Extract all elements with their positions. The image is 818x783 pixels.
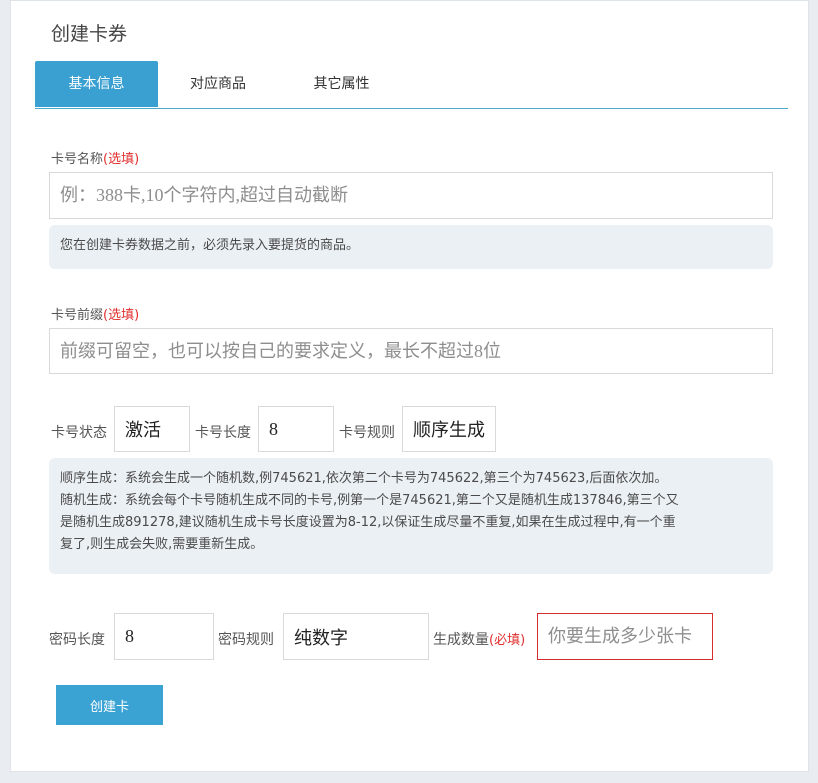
card-prefix-input[interactable]	[49, 328, 773, 374]
rules-line-sequential: 顺序生成：系统会生成一个随机数,例745621,依次第二个卡号为745622,第…	[60, 471, 668, 486]
quantity-input[interactable]	[537, 613, 713, 660]
card-name-label: 卡号名称(选填)	[51, 148, 139, 167]
quantity-label: 生成数量(必填)	[433, 629, 525, 649]
required-tag: (必填)	[489, 633, 526, 648]
rules-line-random-end: 复了,则生成会失败,需要重新生成。	[60, 537, 264, 552]
rules-line-random-cont: 是随机生成891278,建议随机生成卡号长度设置为8-12,以保证生成尽量不重复…	[60, 515, 676, 530]
page-title: 创建卡券	[51, 23, 128, 45]
card-length-field[interactable]	[258, 406, 334, 452]
password-rule-label: 密码规则	[218, 632, 274, 648]
tab-products[interactable]: 对应商品	[158, 61, 278, 107]
form-card: 创建卡券 基本信息 对应商品 其它属性 卡号名称(选填) 您在创建卡券数据之前，…	[10, 0, 809, 772]
password-length-field[interactable]	[114, 613, 214, 660]
card-name-label-text: 卡号名称	[51, 152, 104, 167]
info-notice: 您在创建卡券数据之前，必须先录入要提货的商品。	[49, 225, 773, 269]
card-prefix-label-text: 卡号前缀	[51, 308, 104, 323]
card-status-label: 卡号状态	[51, 425, 107, 441]
rules-line-random: 随机生成：系统会每个卡号随机生成不同的卡号,例第一个是745621,第二个又是随…	[60, 493, 679, 508]
card-length-label: 卡号长度	[195, 425, 251, 441]
quantity-label-text: 生成数量	[433, 632, 489, 648]
tab-other-attributes[interactable]: 其它属性	[278, 61, 405, 107]
card-prefix-label: 卡号前缀(选填)	[51, 304, 139, 323]
password-rule-field[interactable]	[283, 613, 429, 660]
card-status-field[interactable]	[114, 406, 190, 452]
card-rule-label: 卡号规则	[339, 425, 395, 441]
password-length-label: 密码长度	[49, 632, 105, 648]
rules-notice: 顺序生成：系统会生成一个随机数,例745621,依次第二个卡号为745622,第…	[49, 458, 773, 574]
tab-basic-info[interactable]: 基本信息	[35, 61, 158, 107]
create-card-button[interactable]: 创建卡	[56, 685, 163, 725]
tab-bar: 基本信息 对应商品 其它属性	[35, 61, 788, 109]
card-name-input[interactable]	[49, 172, 773, 219]
optional-tag: (选填)	[103, 152, 140, 167]
card-rule-field[interactable]	[402, 406, 496, 452]
optional-tag: (选填)	[103, 308, 140, 323]
